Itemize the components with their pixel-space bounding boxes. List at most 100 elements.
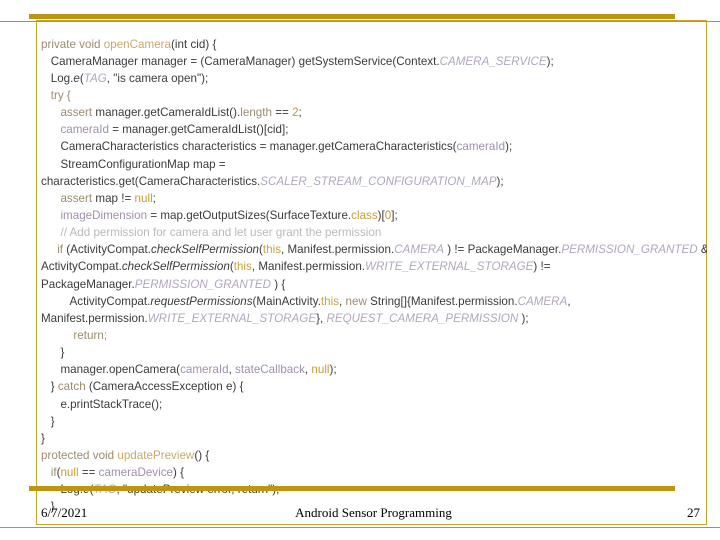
code-line: e.printStackTrace(); xyxy=(41,396,707,413)
code-token: class xyxy=(351,209,378,222)
code-line: imageDimension = map.getOutputSizes(Surf… xyxy=(41,207,707,224)
code-line: CameraManager manager = (CameraManager) … xyxy=(41,53,707,70)
code-token: assert xyxy=(41,106,96,120)
code-token: null xyxy=(134,191,153,205)
bottom-divider-rule xyxy=(0,527,720,528)
code-token: this xyxy=(320,294,340,308)
code-token: characteristics.get(CameraCharacteristic… xyxy=(41,174,261,188)
code-token: Manifest.permission. xyxy=(41,311,148,325)
code-token: Log. xyxy=(41,71,74,85)
code-token: map != xyxy=(95,191,135,205)
code-token: == xyxy=(271,106,293,120)
code-token: stateCallback xyxy=(235,363,305,377)
code-token: e.printStackTrace(); xyxy=(41,397,163,411)
code-token: , Manifest.permission. xyxy=(251,260,366,274)
code-token: CameraCharacteristics characteristics = … xyxy=(41,140,457,154)
code-token: ) { xyxy=(271,277,286,291)
code-line: ActivityCompat.requestPermissions(MainAc… xyxy=(41,293,707,310)
code-token: if xyxy=(41,243,67,257)
code-token: manager.getCameraIdList(). xyxy=(95,106,241,120)
code-token: ); xyxy=(546,54,554,68)
code-token: try { xyxy=(41,89,71,103)
code-token: SCALER_STREAM_CONFIGURATION_MAP xyxy=(260,174,497,188)
code-token: ); xyxy=(329,363,337,377)
code-line: } xyxy=(41,413,707,430)
code-token: ) != xyxy=(533,260,551,274)
code-line: Log.e(TAG, "is camera open"); xyxy=(41,70,707,87)
code-token: ; xyxy=(298,106,302,120)
code-line: protected void updatePreview() { xyxy=(41,447,707,464)
code-token: if xyxy=(41,466,57,480)
code-line: PackageManager.PERMISSION_GRANTED ) { xyxy=(41,276,707,293)
code-token: ) { xyxy=(173,466,185,480)
code-token: , "is camera open"); xyxy=(106,71,209,85)
code-token: this xyxy=(262,243,282,257)
code-token: checkSelfPermission xyxy=(121,260,230,274)
code-block: private void openCamera(int cid) { Camer… xyxy=(41,36,707,514)
code-token: openCamera xyxy=(103,37,172,51)
code-token: new xyxy=(345,294,367,308)
code-token: assert xyxy=(41,191,96,205)
code-token: = map.getOutputSizes(SurfaceTexture. xyxy=(147,209,352,222)
code-line: manager.openCamera(cameraId, stateCallba… xyxy=(41,361,707,378)
code-token: CAMERA xyxy=(517,294,568,308)
code-line: private void openCamera(int cid) { xyxy=(41,36,707,53)
code-token: ActivityCompat. xyxy=(41,294,151,308)
code-token: cameraId xyxy=(180,363,229,377)
top-accent-bar xyxy=(29,14,675,19)
code-line: ActivityCompat.checkSelfPermission(this,… xyxy=(41,258,707,275)
code-token: && xyxy=(698,243,707,256)
code-line: assert map != null; xyxy=(41,190,707,207)
code-token: (CameraAccessException e) { xyxy=(85,380,244,394)
code-token: return; xyxy=(41,328,108,342)
code-token: TAG xyxy=(83,71,107,85)
code-token: ); xyxy=(496,174,504,188)
bottom-accent-bar xyxy=(29,486,675,491)
code-line: assert manager.getCameraIdList().length … xyxy=(41,104,707,121)
code-token: (int cid) { xyxy=(171,37,217,51)
code-token: WRITE_EXTERNAL_STORAGE xyxy=(147,311,317,325)
code-token: PERMISSION_GRANTED xyxy=(134,277,272,291)
code-token: this xyxy=(233,260,252,274)
code-token: checkSelfPermission xyxy=(151,243,259,257)
code-token: requestPermissions xyxy=(150,294,253,308)
code-line: try { xyxy=(41,87,707,104)
code-line: if(null == cameraDevice) { xyxy=(41,464,707,481)
code-line: StreamConfigurationMap map = xyxy=(41,156,707,173)
code-token: ; xyxy=(152,191,156,205)
code-line: } xyxy=(41,430,707,447)
code-token: protected void xyxy=(41,448,118,462)
footer-title: Android Sensor Programming xyxy=(295,505,452,520)
code-token: , xyxy=(567,294,571,308)
code-token: CAMERA xyxy=(394,243,444,257)
code-line: characteristics.get(CameraCharacteristic… xyxy=(41,173,707,190)
code-token: updatePreview xyxy=(117,448,195,462)
code-token: String[]{Manifest.permission. xyxy=(366,294,518,308)
code-token: cameraId xyxy=(456,140,506,154)
code-token: REQUEST_CAMERA_PERMISSION xyxy=(326,311,519,325)
code-token: (MainActivity. xyxy=(252,294,321,308)
code-token: manager.openCamera( xyxy=(41,363,181,377)
code-token: = manager.getCameraIdList()[cid]; xyxy=(108,123,289,137)
code-line: cameraId = manager.getCameraIdList()[cid… xyxy=(41,121,707,138)
code-token: } xyxy=(41,346,65,360)
code-token: private void xyxy=(41,37,104,51)
code-line: } xyxy=(41,344,707,361)
code-line: CameraCharacteristics characteristics = … xyxy=(41,138,707,155)
code-token: length xyxy=(240,106,272,120)
code-line: } catch (CameraAccessException e) { xyxy=(41,378,707,395)
code-token: imageDimension xyxy=(60,209,148,222)
code-token: } xyxy=(41,431,45,445)
code-token: StreamConfigurationMap map = xyxy=(41,157,226,171)
code-line: return; xyxy=(41,327,707,344)
code-token: ); xyxy=(505,140,513,154)
code-token: ]; xyxy=(391,209,398,222)
code-token: null xyxy=(311,363,330,377)
code-token: cameraDevice xyxy=(98,466,174,480)
code-token: CAMERA_SERVICE xyxy=(439,54,547,68)
code-token: cameraId xyxy=(60,123,109,137)
slide-footer: 6/7/2021 Android Sensor Programming 27 xyxy=(41,505,706,525)
code-token: }, xyxy=(316,311,327,325)
